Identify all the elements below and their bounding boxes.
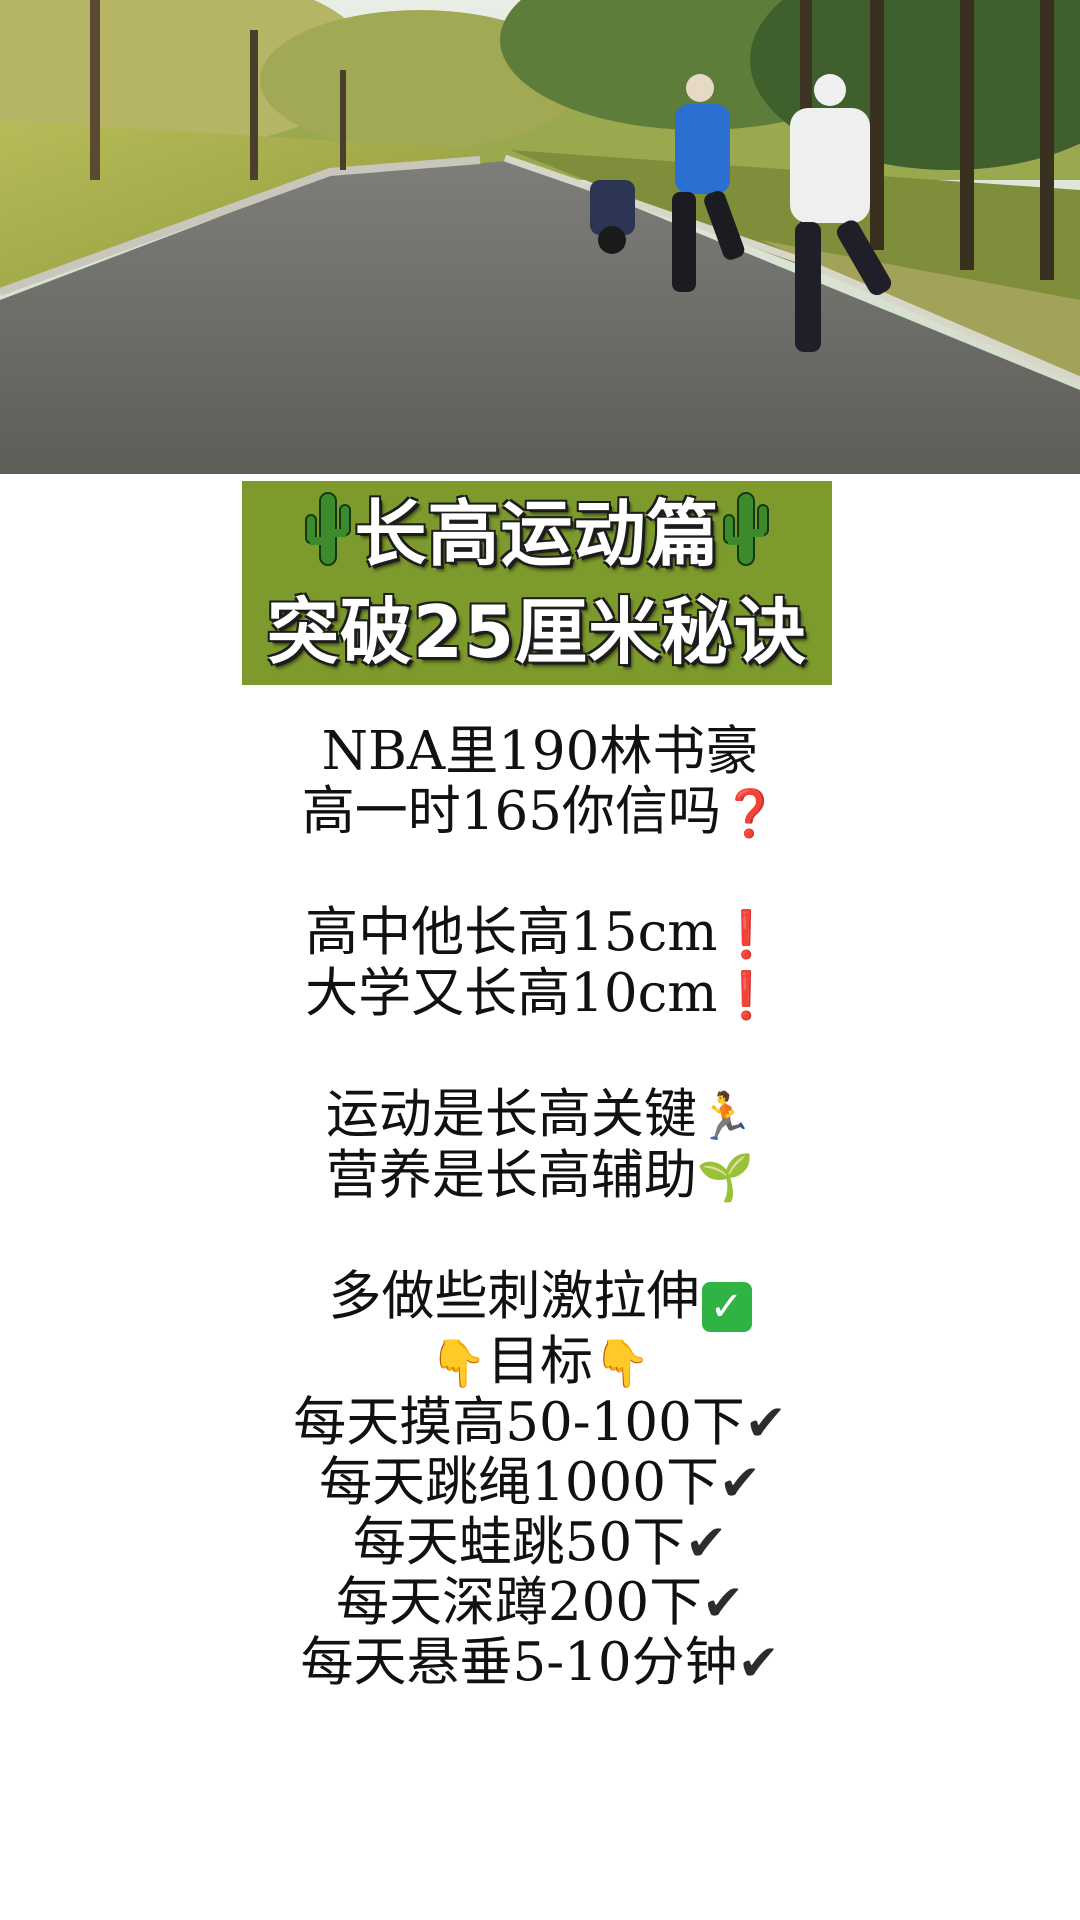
runner-icon: 🏃 [696, 1089, 755, 1143]
sprout-icon: 🌱 [696, 1150, 755, 1204]
post-body: NBA里190林书豪 高一时165你信吗❓ 高中他长高15cm❗ 大学又长高10… [0, 722, 1080, 1693]
text-line: 高中他长高15cm❗ [305, 902, 775, 963]
banner-title-text: 长高运动篇 [354, 492, 720, 576]
exclamation-icon: ❗ [717, 907, 775, 961]
text-line: 每天跳绳1000下✔ [319, 1452, 761, 1513]
check-icon: ✔ [685, 1514, 728, 1572]
check-icon: ✔ [702, 1574, 745, 1632]
text-line: 高一时165你信吗❓ [301, 781, 779, 842]
text-line: 多做些刺激拉伸 ✓ [0, 1267, 1080, 1332]
title-banner: 长高运动篇 突破25厘米秘诀 [242, 481, 832, 685]
hand-down-icon: 👇 [593, 1336, 651, 1390]
text-line: 大学又长高10cm❗ [305, 963, 775, 1024]
running-road-image [0, 0, 1080, 474]
text-line: 每天悬垂5-10分钟✔ [300, 1632, 780, 1693]
checkbox-icon: ✓ [701, 1282, 752, 1332]
check-icon: ✔ [718, 1454, 761, 1512]
cactus-icon [722, 492, 769, 566]
text-line: 营养是长高辅助🌱 [325, 1145, 755, 1206]
text-line: 👇目标👇 [429, 1331, 651, 1392]
cactus-icon [305, 492, 352, 566]
check-icon: ✔ [737, 1634, 780, 1692]
check-icon: ✔ [744, 1394, 787, 1452]
text-line: 每天蛙跳50下✔ [352, 1512, 728, 1573]
banner-line-2: 突破25厘米秘诀 [266, 590, 808, 674]
exclamation-icon: ❗ [717, 968, 775, 1022]
question-icon: ❓ [720, 786, 779, 840]
hand-down-icon: 👇 [429, 1336, 487, 1390]
text-line: 运动是长高关键🏃 [325, 1084, 755, 1145]
text-line: 每天深蹲200下✔ [335, 1572, 745, 1633]
hero-photo [0, 0, 1080, 474]
text-line: 每天摸高50-100下✔ [293, 1392, 787, 1453]
text-line: NBA里190林书豪 [321, 721, 759, 782]
banner-line-1: 长高运动篇 [242, 489, 832, 579]
